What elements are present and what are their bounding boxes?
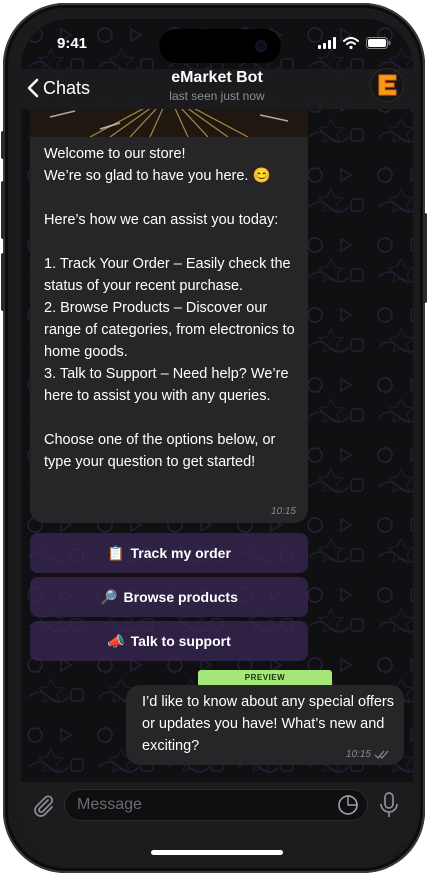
megaphone-icon: 📣 <box>107 632 125 649</box>
chat-title[interactable]: eMarket Bot <box>21 69 413 87</box>
talk-to-support-label: Talk to support <box>130 633 231 649</box>
track-order-label: Track my order <box>130 545 231 561</box>
browse-products-button[interactable]: 🔎 Browse products <box>30 577 308 617</box>
message-line: Choose one of the options below, or type… <box>44 432 276 470</box>
message-line <box>44 407 306 429</box>
outgoing-meta: 10:15 <box>346 749 390 760</box>
image-rays <box>30 109 308 137</box>
phone-frame: 9:41 Chats eMarket Bot last seen just no… <box>1 3 427 873</box>
outgoing-text: I’d like to know about any special offer… <box>142 694 395 754</box>
message-text: Welcome to our store! We’re so glad to h… <box>44 143 306 473</box>
message-line: Here’s how we can assist you today: <box>44 212 279 228</box>
message-image[interactable] <box>30 109 308 137</box>
message-line: Welcome to our store! <box>44 146 186 162</box>
message-line <box>44 187 306 209</box>
track-order-button[interactable]: 📋 Track my order <box>30 533 308 573</box>
talk-to-support-button[interactable]: 📣 Talk to support <box>30 621 308 661</box>
volume-down-button <box>1 253 5 311</box>
preview-tag: PREVIEW <box>198 670 332 685</box>
chat-header: Chats eMarket Bot last seen just now <box>21 69 413 109</box>
battery-icon <box>366 37 391 49</box>
home-indicator[interactable] <box>151 850 283 855</box>
message-line: We’re so glad to have you here. 😊 <box>44 168 271 184</box>
power-button <box>423 213 427 303</box>
input-bar: Message <box>21 782 413 863</box>
logo-icon <box>378 74 397 96</box>
message-line: 1. Track Your Order – Easily check the s… <box>44 256 291 294</box>
outgoing-message: I’d like to know about any special offer… <box>126 685 404 765</box>
double-check-icon <box>374 750 389 759</box>
incoming-message: Welcome to our store! We’re so glad to h… <box>30 137 308 523</box>
volume-up-button <box>1 181 5 239</box>
microphone-icon[interactable] <box>379 792 399 818</box>
magnifier-icon: 🔎 <box>100 588 118 605</box>
dynamic-island <box>159 29 281 63</box>
browse-products-label: Browse products <box>123 589 238 605</box>
message-line: 2. Browse Products – Discover our range … <box>44 300 295 360</box>
status-icons <box>318 37 391 49</box>
paperclip-icon[interactable] <box>31 793 55 817</box>
outgoing-time: 10:15 <box>345 749 371 760</box>
message-line: 3. Talk to Support – Need help? We’re he… <box>44 366 289 404</box>
mute-switch <box>1 131 5 159</box>
status-time: 9:41 <box>57 35 88 52</box>
camera-icon <box>255 40 267 52</box>
clipboard-icon: 📋 <box>107 544 125 561</box>
chat-status: last seen just now <box>169 89 265 103</box>
message-time: 10:15 <box>270 506 296 517</box>
status-bar: 9:41 <box>21 19 413 69</box>
message-line <box>44 231 306 253</box>
message-input[interactable]: Message <box>65 790 367 820</box>
screen: 9:41 Chats eMarket Bot last seen just no… <box>21 19 413 863</box>
bot-avatar[interactable] <box>371 69 403 101</box>
wifi-icon <box>343 37 359 49</box>
signal-icon <box>318 37 336 49</box>
message-placeholder: Message <box>77 796 142 813</box>
sticker-icon[interactable] <box>337 794 359 816</box>
